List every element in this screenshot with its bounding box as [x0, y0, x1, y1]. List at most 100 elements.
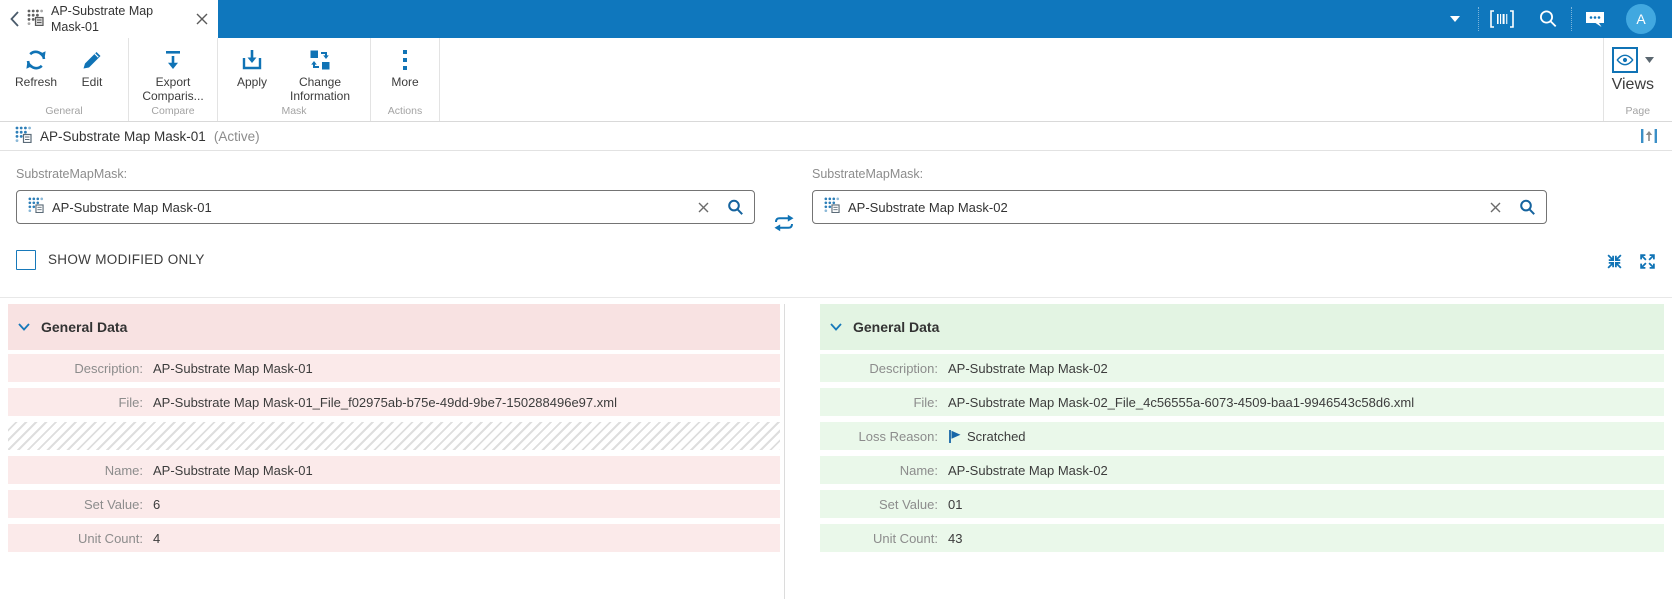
field-row: Unit Count: 4	[8, 524, 780, 552]
more-label: More	[391, 75, 419, 89]
field-row: Set Value: 01	[820, 490, 1664, 518]
top-bar: AP-Substrate Map Mask-01 A	[0, 0, 1672, 38]
status-badge: (Active)	[213, 128, 260, 144]
comparison-area: General Data Description: AP-Substrate M…	[0, 297, 1672, 599]
field-value: 43	[948, 530, 963, 546]
comparison-panel-right: General Data Description: AP-Substrate M…	[785, 304, 1672, 599]
field-label: Set Value:	[878, 496, 938, 512]
options-row: SHOW MODIFIED ONLY	[0, 241, 1672, 297]
export-comparison-button[interactable]: Export Comparis...	[137, 47, 209, 104]
field-label: Description:	[74, 360, 143, 376]
swap-comparison-icon[interactable]	[755, 167, 812, 241]
field-value: AP-Substrate Map Mask-02	[948, 462, 1108, 478]
field-value: AP-Substrate Map Mask-01_File_f02975ab-b…	[153, 394, 617, 410]
collapse-header-icon[interactable]	[1640, 127, 1658, 145]
toolbar-group-mask: Apply Change Information Mask	[218, 38, 371, 121]
expand-all-icon[interactable]	[1639, 253, 1656, 275]
search-icon[interactable]	[727, 199, 744, 216]
show-modified-label: SHOW MODIFIED ONLY	[48, 252, 205, 267]
close-tab-icon[interactable]	[196, 13, 208, 25]
field-row: Description: AP-Substrate Map Mask-01	[8, 354, 780, 382]
views-button[interactable]: Views	[1612, 47, 1654, 94]
substrate-map-mask-icon	[823, 196, 840, 218]
apply-icon	[240, 47, 264, 73]
views-label: Views	[1611, 76, 1654, 93]
field-value: AP-Substrate Map Mask-01	[153, 360, 313, 376]
field-row: Name: AP-Substrate Map Mask-01	[8, 456, 780, 484]
field-label: Set Value:	[83, 496, 143, 512]
comparison-panel-left: General Data Description: AP-Substrate M…	[0, 304, 780, 599]
field-value: AP-Substrate Map Mask-02	[948, 360, 1108, 376]
chat-icon[interactable]	[1572, 0, 1618, 38]
clear-icon[interactable]	[1490, 202, 1501, 213]
left-entity-input[interactable]: AP-Substrate Map Mask-01	[16, 190, 755, 224]
group-label-actions: Actions	[387, 105, 423, 117]
section-header-general-data[interactable]: General Data	[820, 304, 1664, 350]
change-information-button[interactable]: Change Information	[278, 47, 362, 104]
clear-icon[interactable]	[698, 202, 709, 213]
collapse-all-icon[interactable]	[1606, 253, 1623, 275]
refresh-label: Refresh	[14, 75, 58, 89]
field-value: AP-Substrate Map Mask-02_File_4c56555a-6…	[948, 394, 1415, 410]
group-label-mask: Mask	[281, 105, 307, 117]
field-label: Name:	[899, 462, 938, 478]
barcode-icon[interactable]	[1479, 0, 1525, 38]
right-entity-value: AP-Substrate Map Mask-02	[848, 199, 1008, 215]
edit-icon	[81, 47, 103, 73]
field-value: 6	[153, 496, 161, 512]
topbar-actions: A	[1432, 0, 1672, 38]
field-value: 01	[948, 496, 963, 512]
edit-label: Edit	[81, 75, 103, 89]
field-label: Description:	[869, 360, 938, 376]
section-title: General Data	[41, 319, 128, 335]
left-entity-value: AP-Substrate Map Mask-01	[52, 199, 212, 215]
substrate-map-mask-icon	[27, 196, 44, 218]
loss-reason-link[interactable]: Scratched	[948, 429, 1026, 444]
toolbar-group-compare: Export Comparis... Compare	[129, 38, 218, 121]
field-row: Set Value: 6	[8, 490, 780, 518]
field-label: Unit Count:	[77, 530, 143, 546]
export-comparison-label: Export Comparis...	[142, 75, 204, 103]
toolbar-group-page: Views Page	[1602, 38, 1672, 121]
field-label: Loss Reason:	[858, 428, 939, 444]
chevron-down-icon	[18, 323, 30, 331]
show-modified-checkbox[interactable]	[16, 250, 36, 270]
page-title: AP-Substrate Map Mask-01	[40, 128, 206, 144]
missing-field-row	[8, 422, 780, 450]
avatar[interactable]: A	[1626, 4, 1656, 34]
right-entity-input[interactable]: AP-Substrate Map Mask-02	[812, 190, 1547, 224]
group-label-page: Page	[1625, 105, 1651, 117]
more-icon	[402, 47, 408, 73]
chevron-down-icon[interactable]	[1432, 0, 1478, 38]
back-chevron-icon[interactable]	[10, 11, 19, 27]
right-selector: SubstrateMapMask: AP-Substrate Map Mask-…	[812, 167, 1547, 241]
comparison-selectors: SubstrateMapMask: AP-Substrate Map Mask-…	[0, 151, 1672, 241]
open-entity-tab[interactable]: AP-Substrate Map Mask-01	[0, 0, 218, 38]
field-label: Unit Count:	[872, 530, 938, 546]
field-row: Description: AP-Substrate Map Mask-02	[820, 354, 1664, 382]
field-label: File:	[118, 394, 143, 410]
toolbar: Refresh Edit General Export Comparis... …	[0, 38, 1672, 122]
more-button[interactable]: More	[379, 47, 431, 90]
tab-title: AP-Substrate Map Mask-01	[51, 3, 154, 34]
loss-reason-value: Scratched	[967, 428, 1026, 444]
refresh-button[interactable]: Refresh	[8, 47, 64, 90]
left-selector: SubstrateMapMask: AP-Substrate Map Mask-…	[16, 167, 755, 241]
search-icon[interactable]	[1525, 0, 1571, 38]
change-information-icon	[309, 47, 331, 73]
search-icon[interactable]	[1519, 199, 1536, 216]
apply-label: Apply	[236, 75, 268, 89]
toolbar-group-general: Refresh Edit General	[0, 38, 129, 121]
entity-header: AP-Substrate Map Mask-01 (Active)	[0, 122, 1672, 151]
right-selector-label: SubstrateMapMask:	[812, 167, 924, 181]
field-label: Name:	[104, 462, 143, 478]
edit-button[interactable]: Edit	[64, 47, 120, 90]
group-label-general: General	[45, 105, 83, 117]
chevron-down-icon	[1644, 57, 1654, 63]
apply-button[interactable]: Apply	[226, 47, 278, 90]
left-selector-label: SubstrateMapMask:	[16, 167, 128, 181]
section-title: General Data	[853, 319, 940, 335]
field-value: 4	[153, 530, 161, 546]
section-header-general-data[interactable]: General Data	[8, 304, 780, 350]
field-row: Unit Count: 43	[820, 524, 1664, 552]
